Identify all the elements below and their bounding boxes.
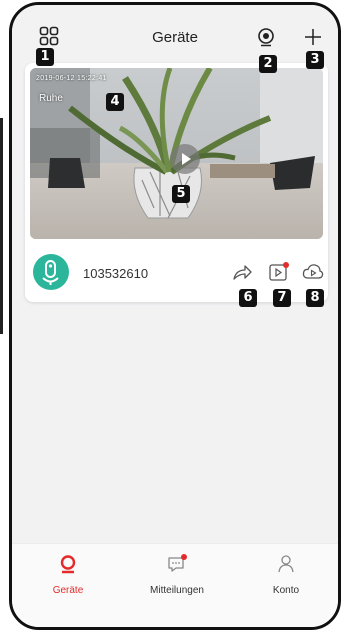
- phone-frame: Geräte 2019-06-12 15:22:41 Ruhe 10353261…: [9, 2, 341, 630]
- playback-icon[interactable]: [267, 262, 289, 282]
- play-button[interactable]: [170, 144, 200, 174]
- callout-1: 1: [36, 48, 54, 66]
- person-icon: [278, 555, 294, 573]
- callout-8: 8: [306, 289, 324, 307]
- callout-6: 6: [239, 289, 257, 307]
- tab-messages-label: Mitteilungen: [150, 585, 204, 596]
- share-icon[interactable]: [231, 262, 253, 282]
- callout-5: 5: [172, 185, 190, 203]
- cloud-playback-icon[interactable]: [302, 262, 324, 282]
- message-icon: [168, 554, 187, 572]
- device-avatar: [33, 254, 69, 290]
- camera-scan-icon[interactable]: [255, 26, 277, 48]
- play-icon: [182, 153, 191, 165]
- camera-preview[interactable]: 2019-06-12 15:22:41 Ruhe: [30, 68, 323, 239]
- callout-2: 2: [259, 55, 277, 73]
- app-header: Geräte: [12, 5, 338, 59]
- tab-account-label: Konto: [272, 585, 300, 596]
- device-id: 103532610: [83, 266, 149, 281]
- timestamp-overlay: 2019-06-12 15:22:41: [36, 75, 107, 82]
- mode-label: Ruhe: [39, 93, 63, 104]
- bottom-tab-bar: Geräte Mitteilungen Konto: [12, 543, 338, 627]
- page-title: Geräte: [152, 29, 198, 46]
- plus-icon[interactable]: [302, 26, 324, 48]
- camera-device-icon: [42, 260, 59, 285]
- device-card[interactable]: 2019-06-12 15:22:41 Ruhe 103532610: [25, 63, 328, 302]
- camera-tab-icon: [60, 555, 76, 574]
- side-marker: [0, 118, 3, 334]
- callout-4: 4: [106, 93, 124, 111]
- tab-account[interactable]: Konto: [236, 554, 336, 596]
- tab-devices-label: Geräte: [52, 585, 84, 596]
- callout-7: 7: [273, 289, 291, 307]
- tab-devices[interactable]: Geräte: [18, 554, 118, 596]
- tab-messages[interactable]: Mitteilungen: [127, 554, 227, 596]
- callout-3: 3: [306, 51, 324, 69]
